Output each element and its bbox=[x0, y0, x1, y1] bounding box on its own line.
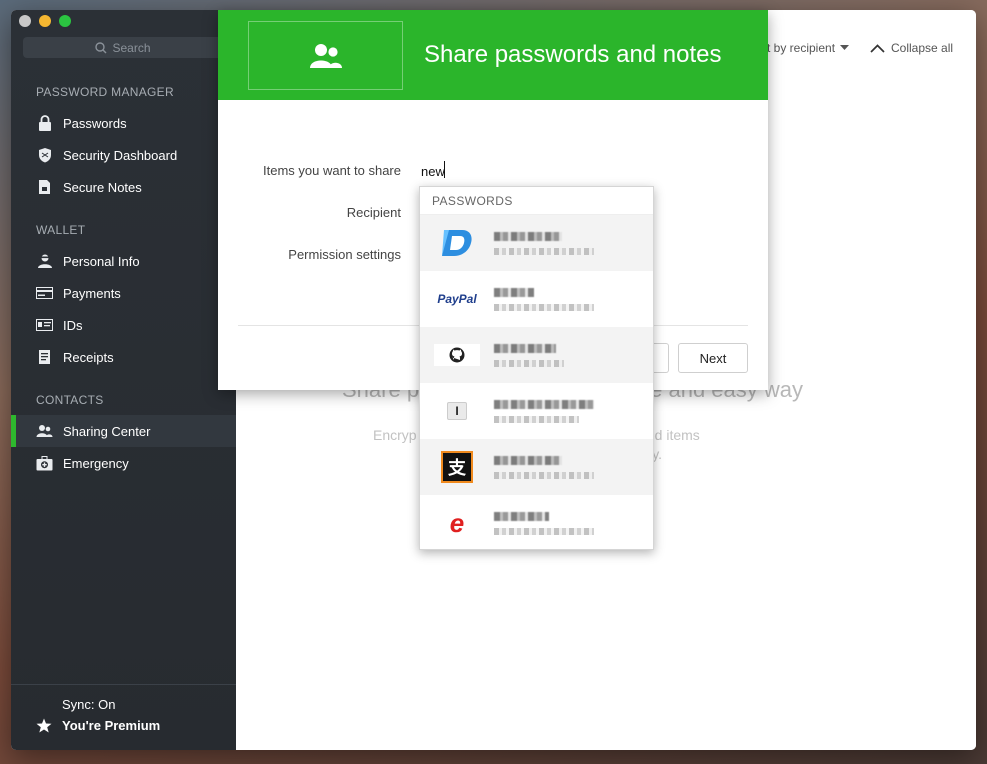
blurred-entry bbox=[494, 399, 594, 423]
sidebar-item-label: Personal Info bbox=[63, 253, 140, 269]
sidebar-item-ids[interactable]: IDs bbox=[11, 309, 236, 341]
sharing-icon bbox=[309, 43, 342, 68]
permission-label: Permission settings bbox=[288, 247, 401, 262]
next-button[interactable]: Next bbox=[678, 343, 748, 373]
list-item[interactable]: PayPal bbox=[420, 271, 653, 327]
premium-status[interactable]: You're Premium bbox=[36, 718, 160, 733]
dialog-icon-box bbox=[248, 21, 403, 90]
receipt-icon bbox=[36, 349, 53, 366]
list-item[interactable] bbox=[420, 327, 653, 383]
recipient-label: Recipient bbox=[346, 205, 401, 220]
caret-down-icon bbox=[840, 45, 850, 50]
sidebar-item-label: Security Dashboard bbox=[63, 147, 178, 163]
autocomplete-dropdown: PASSWORDS PayPal I 支 e bbox=[419, 186, 654, 550]
sidebar-item-secure-notes[interactable]: Secure Notes bbox=[11, 171, 236, 203]
section-contacts: CONTACTS bbox=[36, 393, 104, 407]
sidebar-item-security-dashboard[interactable]: Security Dashboard bbox=[11, 139, 236, 171]
star-icon bbox=[36, 718, 52, 733]
card-icon bbox=[36, 285, 53, 302]
sidebar-item-label: Passwords bbox=[63, 115, 127, 131]
sync-status[interactable]: Sync: On bbox=[62, 697, 115, 712]
sidebar: Search PASSWORD MANAGER Passwords Securi… bbox=[11, 10, 236, 750]
section-password-manager: PASSWORD MANAGER bbox=[36, 85, 174, 99]
close-window-button[interactable] bbox=[19, 15, 31, 27]
blurred-entry bbox=[494, 231, 594, 255]
sidebar-item-personal-info[interactable]: Personal Info bbox=[11, 245, 236, 277]
search-icon bbox=[95, 41, 107, 53]
sidebar-item-label: Secure Notes bbox=[63, 179, 142, 195]
note-icon bbox=[36, 179, 53, 196]
window-controls bbox=[19, 15, 71, 27]
list-item[interactable]: I bbox=[420, 383, 653, 439]
items-to-share-input[interactable] bbox=[421, 162, 561, 180]
blurred-entry bbox=[494, 511, 594, 535]
sidebar-item-label: Receipts bbox=[63, 349, 114, 365]
id-card-icon bbox=[36, 317, 53, 334]
premium-label: You're Premium bbox=[62, 718, 161, 733]
sidebar-item-payments[interactable]: Payments bbox=[11, 277, 236, 309]
sidebar-item-sharing-center[interactable]: Sharing Center bbox=[11, 415, 236, 447]
sidebar-footer: Sync: On You're Premium bbox=[11, 684, 236, 750]
search-input[interactable]: Search bbox=[23, 37, 223, 58]
sidebar-item-label: Sharing Center bbox=[63, 423, 151, 439]
collapse-all-button[interactable]: Collapse all bbox=[870, 41, 953, 55]
sidebar-item-label: Payments bbox=[63, 285, 121, 301]
sort-label: rt by recipient bbox=[763, 41, 836, 55]
sharing-icon bbox=[36, 423, 53, 440]
items-label: Items you want to share bbox=[262, 163, 401, 178]
shield-icon bbox=[36, 147, 53, 164]
dropdown-header: PASSWORDS bbox=[420, 187, 653, 215]
minimize-window-button[interactable] bbox=[39, 15, 51, 27]
collapse-label: Collapse all bbox=[891, 41, 954, 55]
dialog-title: Share passwords and notes bbox=[424, 41, 722, 68]
sidebar-item-passwords[interactable]: Passwords bbox=[11, 107, 236, 139]
github-logo bbox=[434, 344, 480, 366]
paypal-logo: PayPal bbox=[437, 292, 477, 306]
sort-by-recipient-button[interactable]: rt by recipient bbox=[763, 41, 850, 55]
list-item[interactable] bbox=[420, 215, 653, 271]
letter-i-logo: I bbox=[434, 394, 480, 428]
dashlane-d-logo bbox=[434, 226, 480, 260]
search-placeholder: Search bbox=[112, 40, 151, 55]
sidebar-item-label: IDs bbox=[63, 317, 83, 333]
sidebar-item-label: Emergency bbox=[63, 455, 129, 471]
sidebar-item-receipts[interactable]: Receipts bbox=[11, 341, 236, 373]
list-item[interactable]: e bbox=[420, 495, 653, 551]
alipay-logo: 支 bbox=[434, 450, 480, 484]
lock-icon bbox=[36, 115, 53, 132]
weibo-logo: e bbox=[449, 507, 465, 538]
list-item[interactable]: 支 bbox=[420, 439, 653, 495]
medkit-icon bbox=[36, 455, 53, 472]
dialog-header: Share passwords and notes bbox=[218, 10, 768, 100]
chevron-up-icon bbox=[870, 43, 885, 53]
person-icon bbox=[36, 253, 53, 270]
text-caret bbox=[444, 161, 445, 178]
section-wallet: WALLET bbox=[36, 223, 86, 237]
sidebar-item-emergency[interactable]: Emergency bbox=[11, 447, 236, 479]
blurred-entry bbox=[494, 455, 594, 479]
blurred-entry bbox=[494, 343, 564, 367]
maximize-window-button[interactable] bbox=[59, 15, 71, 27]
blurred-entry bbox=[494, 287, 594, 311]
